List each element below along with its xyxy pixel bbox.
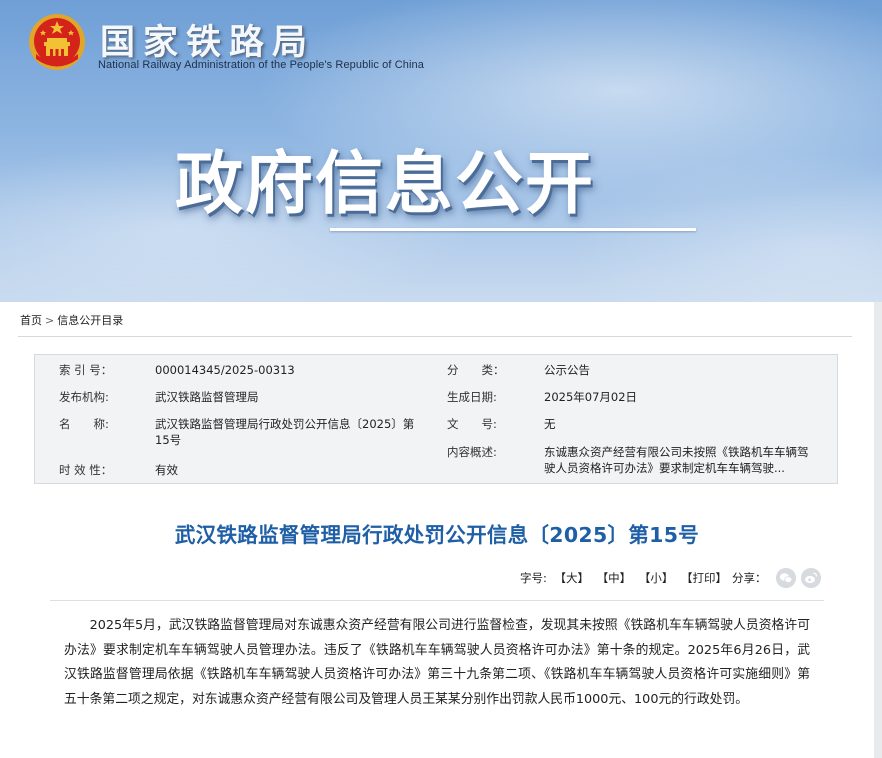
breadcrumb-current[interactable]: 信息公开目录 [57, 314, 123, 327]
meta-docno-value: 无 [544, 417, 556, 431]
meta-publisher-value: 武汉铁路监督管理局 [155, 390, 259, 404]
breadcrumb: 首页 > 信息公开目录 [20, 312, 123, 328]
font-small-button[interactable]: 【小】 [639, 571, 674, 585]
national-emblem-icon [29, 14, 85, 70]
breadcrumb-separator: > [45, 314, 55, 327]
font-medium-button[interactable]: 【中】 [597, 571, 632, 585]
tools-divider [50, 600, 824, 601]
font-size-tools: 字号: 【大】 【中】 【小】 【打印】 [520, 570, 731, 586]
meta-name-label: 名 称: [59, 417, 109, 431]
document-title: 武汉铁路监督管理局行政处罚公开信息〔2025〕第15号 [174, 523, 700, 547]
header-banner: 国家铁路局 National Railway Administration of… [0, 0, 882, 302]
breadcrumb-home[interactable]: 首页 [20, 314, 42, 327]
meta-date-value: 2025年07月02日 [544, 390, 638, 404]
article-body: 2025年5月，武汉铁路监督管理局对东诚惠众资产经营有限公司进行监督检查，发现其… [64, 618, 810, 707]
meta-name-value: 武汉铁路监督管理局行政处罚公开信息〔2025〕第15号 [155, 417, 415, 447]
content-panel: 首页 > 信息公开目录 索 引 号： 000014345/2025-00313 分 … [0, 302, 874, 758]
page-gutter [874, 302, 882, 758]
meta-index-label: 索 引 号： [59, 363, 113, 377]
meta-category-value: 公示公告 [544, 363, 590, 377]
meta-category-label: 分 类： [447, 363, 505, 377]
meta-validity-label: 时 效 性： [59, 463, 113, 477]
meta-summary-value: 东诚惠众资产经营有限公司未按照《铁路机车车辆驾驶人员资格许可办法》要求制定机车车… [544, 445, 809, 475]
share-label: 分享： [732, 571, 767, 585]
breadcrumb-divider [18, 336, 852, 337]
meta-validity-value: 有效 [155, 463, 178, 477]
meta-docno-label: 文 号: [447, 417, 497, 431]
meta-publisher-label: 发布机构: [59, 390, 109, 404]
org-name-en: National Railway Administration of the P… [98, 59, 424, 71]
org-name-cn: 国家铁路局 [100, 23, 316, 63]
wechat-icon[interactable] [776, 568, 796, 588]
meta-index-value: 000014345/2025-00313 [155, 363, 295, 377]
metadata-table: 索 引 号： 000014345/2025-00313 分 类： 公示公告 发布… [34, 354, 838, 484]
print-button[interactable]: 【打印】 [681, 571, 727, 585]
hero-title: 政府信息公开 [175, 145, 596, 224]
hero-underline [330, 228, 696, 231]
weibo-icon[interactable] [801, 568, 821, 588]
meta-summary-label: 内容概述: [447, 445, 497, 459]
meta-date-label: 生成日期: [447, 390, 497, 404]
font-large-button[interactable]: 【大】 [555, 571, 590, 585]
font-size-label: 字号: [520, 571, 547, 585]
